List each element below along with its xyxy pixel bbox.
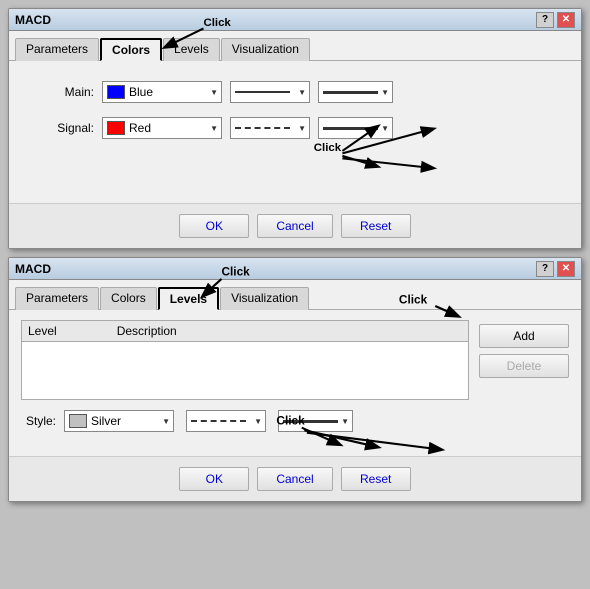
levels-table-header: Level Description: [22, 321, 468, 342]
main-width-arrow: ▼: [381, 88, 389, 97]
tab-colors-2[interactable]: Colors: [100, 287, 157, 310]
footer-2: OK Cancel Reset: [9, 456, 581, 501]
ok-button-1[interactable]: OK: [179, 214, 249, 238]
tab-visualization-2[interactable]: Visualization: [220, 287, 309, 310]
signal-width-dropdown[interactable]: ▼: [318, 117, 393, 139]
level-col-header: Level: [28, 324, 57, 338]
add-button[interactable]: Add: [479, 324, 569, 348]
colors-content: Main: Blue ▼ ▼ ▼ Signal:: [9, 61, 581, 203]
signal-color-dropdown[interactable]: Red ▼: [102, 117, 222, 139]
tabs-2: Parameters Colors Levels Visualization: [9, 280, 581, 310]
tab-parameters-2[interactable]: Parameters: [15, 287, 99, 310]
main-width-dropdown[interactable]: ▼: [318, 81, 393, 103]
main-label: Main:: [39, 85, 94, 99]
tab-colors-1[interactable]: Colors: [100, 38, 162, 61]
reset-button-2[interactable]: Reset: [341, 467, 411, 491]
dialog1-wrapper: MACD ? ✕ Parameters Colors Levels Visual…: [8, 8, 582, 249]
main-style-dropdown[interactable]: ▼: [230, 81, 310, 103]
style-dashed: [191, 420, 246, 422]
signal-color-value: Red: [129, 121, 151, 135]
help-button-2[interactable]: ?: [536, 261, 554, 277]
tabs-1: Parameters Colors Levels Visualization: [9, 31, 581, 61]
style-color-dropdown[interactable]: Silver ▼: [64, 410, 174, 432]
levels-buttons: Add Delete: [479, 320, 569, 446]
style-line-dropdown[interactable]: ▼: [186, 410, 266, 432]
signal-color-arrow: ▼: [210, 124, 218, 133]
tab-levels-2[interactable]: Levels: [158, 287, 219, 310]
style-width-dropdown[interactable]: ▼: [278, 410, 353, 432]
main-row: Main: Blue ▼ ▼ ▼: [39, 81, 551, 103]
close-button-1[interactable]: ✕: [557, 12, 575, 28]
signal-line-dashed: [235, 127, 290, 129]
main-color-arrow: ▼: [210, 88, 218, 97]
title-bar-2: MACD ? ✕: [9, 258, 581, 280]
levels-main: Level Description Style: Silver ▼: [21, 320, 569, 446]
title-2: MACD: [15, 262, 51, 276]
style-color-value: Silver: [91, 414, 121, 428]
signal-style-arrow: ▼: [298, 124, 306, 133]
main-style-arrow: ▼: [298, 88, 306, 97]
signal-color-swatch: [107, 121, 125, 135]
signal-row: Signal: Red ▼ ▼ ▼: [39, 117, 551, 139]
style-thick: [283, 420, 338, 423]
title-bar-1: MACD ? ✕: [9, 9, 581, 31]
levels-table: Level Description: [21, 320, 469, 400]
cancel-button-2[interactable]: Cancel: [257, 467, 332, 491]
cancel-button-1[interactable]: Cancel: [257, 214, 332, 238]
description-col-header: Description: [117, 324, 177, 338]
main-line-thick: [323, 91, 378, 94]
reset-button-1[interactable]: Reset: [341, 214, 411, 238]
style-color-swatch: [69, 414, 87, 428]
title-controls-2: ? ✕: [536, 261, 575, 277]
tab-levels-1[interactable]: Levels: [163, 38, 220, 61]
main-color-swatch: [107, 85, 125, 99]
style-label: Style:: [21, 414, 56, 428]
dialog2: MACD ? ✕ Parameters Colors Levels Visual…: [8, 257, 582, 502]
style-width-arrow: ▼: [341, 417, 349, 426]
main-line-solid: [235, 91, 290, 93]
signal-width-arrow: ▼: [381, 124, 389, 133]
style-row: Style: Silver ▼ ▼ ▼: [21, 410, 469, 432]
levels-left: Level Description Style: Silver ▼: [21, 320, 469, 446]
style-color-arrow: ▼: [162, 417, 170, 426]
main-color-dropdown[interactable]: Blue ▼: [102, 81, 222, 103]
signal-label: Signal:: [39, 121, 94, 135]
title-1: MACD: [15, 13, 51, 27]
signal-line-thick: [323, 127, 378, 130]
main-color-value: Blue: [129, 85, 153, 99]
ok-button-2[interactable]: OK: [179, 467, 249, 491]
dialog2-wrapper: MACD ? ✕ Parameters Colors Levels Visual…: [8, 257, 582, 502]
dialog1: MACD ? ✕ Parameters Colors Levels Visual…: [8, 8, 582, 249]
tab-visualization-1[interactable]: Visualization: [221, 38, 310, 61]
delete-button[interactable]: Delete: [479, 354, 569, 378]
title-controls-1: ? ✕: [536, 12, 575, 28]
help-button-1[interactable]: ?: [536, 12, 554, 28]
tab-parameters-1[interactable]: Parameters: [15, 38, 99, 61]
footer-1: OK Cancel Reset: [9, 203, 581, 248]
style-line-arrow: ▼: [254, 417, 262, 426]
signal-style-dropdown[interactable]: ▼: [230, 117, 310, 139]
close-button-2[interactable]: ✕: [557, 261, 575, 277]
levels-content: Level Description Style: Silver ▼: [9, 310, 581, 456]
